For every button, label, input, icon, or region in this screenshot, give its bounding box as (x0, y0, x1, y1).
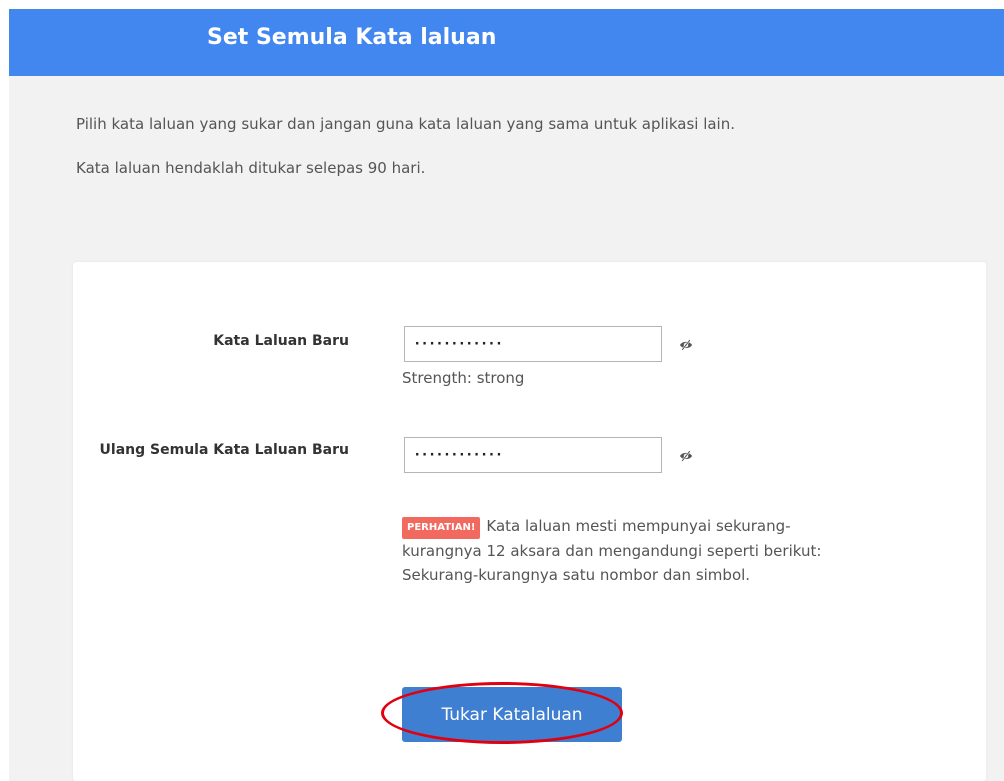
confirm-password-field[interactable] (404, 437, 662, 473)
new-password-label: Kata Laluan Baru (213, 333, 349, 349)
intro-text-expiry: Kata laluan hendaklah ditukar selepas 90… (76, 159, 426, 177)
page-header: Set Semula Kata laluan (9, 9, 1004, 76)
password-strength-indicator: Strength: strong (402, 369, 525, 387)
page-title: Set Semula Kata laluan (207, 25, 497, 50)
confirm-password-label: Ulang Semula Kata Laluan Baru (99, 442, 349, 458)
intro-text-password-advice: Pilih kata laluan yang sukar dan jangan … (76, 115, 735, 133)
eye-slash-icon[interactable] (679, 339, 693, 351)
change-password-button[interactable]: Tukar Katalaluan (402, 687, 622, 742)
eye-slash-icon[interactable] (679, 450, 693, 462)
new-password-field[interactable] (404, 326, 662, 362)
page-panel: Set Semula Kata laluan Pilih kata laluan… (9, 9, 1004, 781)
password-requirements-notice: PERHATIAN! Kata laluan mesti mempunyai se… (402, 514, 822, 587)
attention-badge: PERHATIAN! (402, 517, 481, 539)
reset-password-card: Kata Laluan Baru Strength: strong Ulang … (73, 262, 986, 781)
